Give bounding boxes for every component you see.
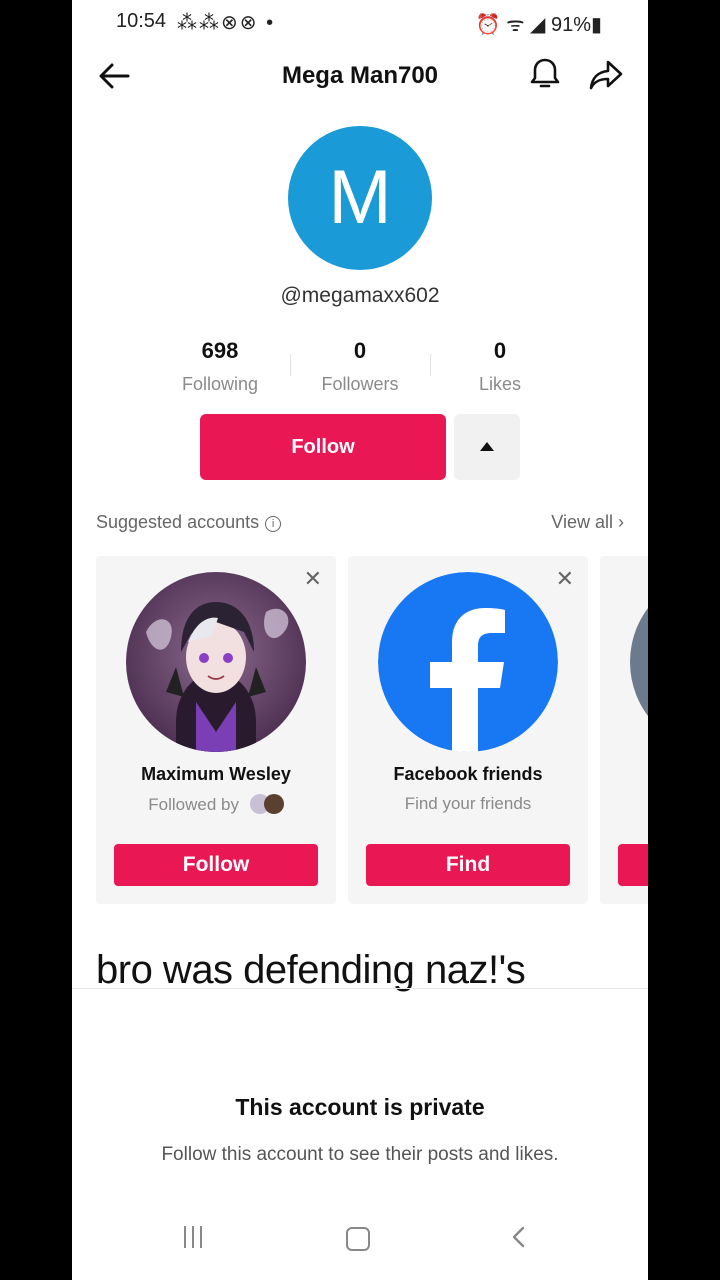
status-bar: 10:54 ⁂⁂⊗⊗ • ⏰ ᯤ ◢ 91%▮ <box>72 0 648 40</box>
profile-handle: @megamaxx602 <box>280 284 440 307</box>
caret-up-icon <box>480 442 494 451</box>
info-icon[interactable]: i <box>265 516 282 532</box>
chevron-right-icon: › <box>618 512 624 532</box>
stat-label: Likes <box>478 374 522 394</box>
video-caption-overlay: bro was defending naz!'s <box>96 948 526 992</box>
stat-label: Followers <box>321 374 399 394</box>
suggestions-toggle-button[interactable] <box>454 414 520 480</box>
suggested-card-partial[interactable] <box>600 556 648 904</box>
stat-followers[interactable]: 0 Followers <box>290 338 430 398</box>
suggested-subtitle: Find your friends <box>404 794 532 813</box>
suggested-card[interactable]: ✕ Facebook friends Find your friends Fin… <box>348 556 588 904</box>
suggested-name: Facebook friends <box>393 764 543 784</box>
share-icon[interactable] <box>588 56 624 92</box>
suggested-name: Maximum Wesley <box>141 764 291 784</box>
view-all-label: View all <box>551 512 613 532</box>
divider <box>72 988 648 989</box>
facebook-avatar[interactable] <box>378 572 558 752</box>
stat-value: 0 <box>353 338 367 363</box>
bell-icon[interactable] <box>528 56 562 92</box>
home-icon[interactable] <box>346 1227 370 1251</box>
view-all-link[interactable]: View all › <box>551 512 624 533</box>
suggested-accounts-heading: Suggested accounts i <box>96 512 282 533</box>
follow-button[interactable]: Follow <box>200 414 446 480</box>
profile-header: Mega Man700 <box>72 40 648 112</box>
close-icon[interactable]: ✕ <box>304 566 322 592</box>
nav-back-icon[interactable] <box>506 1224 532 1250</box>
facebook-logo-icon <box>378 572 558 752</box>
suggested-avatar[interactable] <box>630 572 648 752</box>
close-icon[interactable]: ✕ <box>556 566 574 592</box>
stat-value: 698 <box>201 338 239 363</box>
suggested-follow-button[interactable] <box>618 844 648 886</box>
suggested-avatar[interactable] <box>126 572 306 752</box>
status-time: 10:54 <box>116 10 167 32</box>
mutual-avatar <box>263 794 284 814</box>
notification-icons: ⁂⁂⊗⊗ • <box>177 12 276 34</box>
system-navigation-bar <box>72 1200 648 1280</box>
app-screen: 10:54 ⁂⁂⊗⊗ • ⏰ ᯤ ◢ 91%▮ Mega Man700 M @m… <box>72 0 648 1280</box>
find-friends-button[interactable]: Find <box>366 844 570 886</box>
private-account-title: This account is private <box>235 1094 485 1120</box>
stat-following[interactable]: 698 Following <box>150 338 290 398</box>
recent-apps-icon[interactable] <box>184 1226 208 1253</box>
private-account-subtitle: Follow this account to see their posts a… <box>161 1144 559 1165</box>
profile-stats: 698 Following 0 Followers 0 Likes <box>150 338 570 398</box>
suggested-subtitle: Followed by <box>96 794 336 815</box>
system-icons: ⏰ ᯤ ◢ 91%▮ <box>475 14 602 36</box>
stat-label: Following <box>181 374 259 394</box>
suggested-card[interactable]: ✕ Maximum Wesley Followed by Follow <box>96 556 336 904</box>
profile-avatar[interactable]: M <box>288 126 432 270</box>
stat-value: 0 <box>493 338 507 363</box>
followed-by-label: Followed by <box>148 795 239 814</box>
suggested-follow-button[interactable]: Follow <box>114 844 318 886</box>
anime-avatar-image <box>126 572 306 752</box>
stat-likes[interactable]: 0 Likes <box>430 338 570 398</box>
suggested-heading-text: Suggested accounts <box>96 512 260 532</box>
